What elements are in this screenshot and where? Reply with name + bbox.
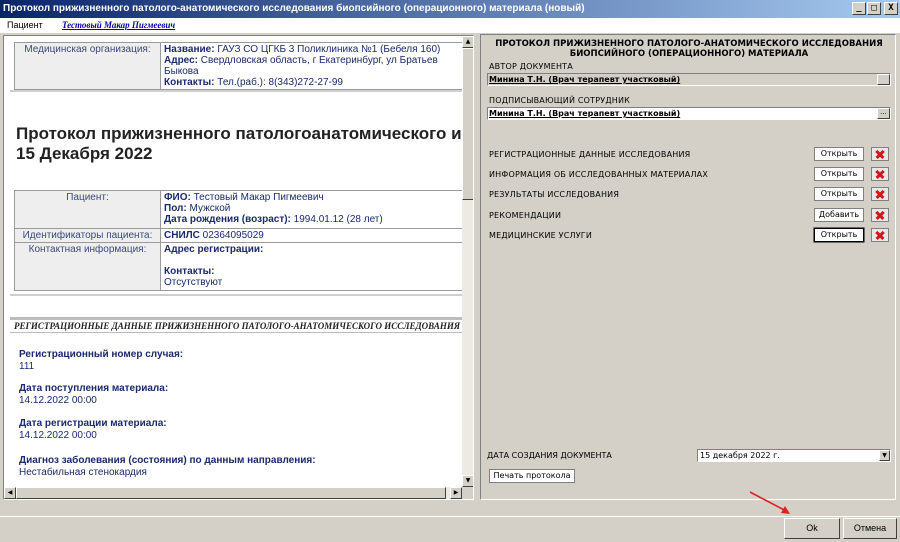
field-value: 111 <box>19 361 35 372</box>
field-value: Нестабильная стенокардия <box>19 467 147 478</box>
patient-info: ФИО: Тестовый Макар Пигмеевич Пол: Мужск… <box>160 190 462 229</box>
panel-title-line1: ПРОТОКОЛ ПРИЖИЗНЕННОГО ПАТОЛОГО-АНАТОМИЧ… <box>495 39 883 49</box>
author-dropdown-button[interactable] <box>877 74 890 85</box>
open-registration-button[interactable]: Открыть <box>814 147 864 161</box>
patient-table: Пациент: ФИО: Тестовый Макар Пигмеевич П… <box>14 190 462 291</box>
section-label-results: РЕЗУЛЬТАТЫ ИССЛЕДОВАНИЯ <box>489 190 620 199</box>
document-content: Медицинская организация: Название: ГАУЗ … <box>4 36 462 487</box>
horizontal-scroll-thumb[interactable] <box>16 487 446 499</box>
org-contacts-key: Контакты: <box>164 77 215 88</box>
author-label: АВТОР ДОКУМЕНТА <box>489 62 573 71</box>
author-value: Минина Т.Н. (Врач терапевт участковый) <box>489 75 681 84</box>
patient-dob-key: Дата рождения (возраст): <box>164 214 291 225</box>
window-controls: _ □ X <box>852 2 898 15</box>
patient-sex-key: Пол: <box>164 203 187 214</box>
field-label: Регистрационный номер случая: <box>19 349 184 360</box>
vertical-scrollbar[interactable]: ▲ ▼ <box>462 36 473 487</box>
delete-recommendations-icon[interactable] <box>871 208 889 222</box>
patient-contacts-key: Контакты: <box>164 266 215 277</box>
patient-fio-key: ФИО: <box>164 192 191 203</box>
section-underline <box>10 332 462 333</box>
org-address-value: Свердловская область, г Екатеринбург, ул… <box>164 55 438 77</box>
field-label: Дата регистрации материала: <box>19 418 167 429</box>
signer-select[interactable]: Минина Т.Н. (Врач терапевт участковый) .… <box>487 107 891 120</box>
cancel-button[interactable]: Отмена <box>843 518 897 539</box>
patient-ids: СНИЛС 02364095029 <box>160 228 462 243</box>
vertical-scroll-thumb[interactable] <box>462 48 473 200</box>
patient-sex-value: Мужской <box>189 203 231 214</box>
patient-ids-label: Идентификаторы пациента: <box>14 228 161 243</box>
scroll-left-icon[interactable]: ◀ <box>4 487 16 499</box>
section-label-materials: ИНФОРМАЦИЯ ОБ ИССЛЕДОВАННЫХ МАТЕРИАЛАХ <box>489 170 709 179</box>
field-label: Диагноз заболевания (состояния) по данны… <box>19 455 316 466</box>
signer-browse-button[interactable]: ... <box>877 108 890 119</box>
menu-bar: Пациент Тестовый Макар Пигмеевич <box>0 18 900 33</box>
section-label-recommendations: РЕКОМЕНДАЦИИ <box>489 211 562 220</box>
creation-date-value: 15 декабря 2022 г. <box>700 451 780 460</box>
open-results-button[interactable]: Открыть <box>814 187 864 201</box>
delete-materials-icon[interactable] <box>871 167 889 181</box>
patient-contact-label: Контактная информация: <box>14 242 161 291</box>
menu-patient-name-link[interactable]: Тестовый Макар Пигмеевич <box>62 18 175 33</box>
protocol-panel: ПРОТОКОЛ ПРИЖИЗНЕННОГО ПАТОЛОГО-АНАТОМИЧ… <box>480 34 896 500</box>
horizontal-scrollbar[interactable]: ◀ ▶ <box>4 487 462 499</box>
reg-address-key: Адрес регистрации: <box>164 244 264 255</box>
scroll-right-icon[interactable]: ▶ <box>450 487 462 499</box>
section-label-registration: РЕГИСТРАЦИОННЫЕ ДАННЫЕ ИССЛЕДОВАНИЯ <box>489 150 691 159</box>
scroll-down-icon[interactable]: ▼ <box>462 475 473 487</box>
creation-date-picker[interactable]: 15 декабря 2022 г. ▼ <box>697 449 891 462</box>
delete-services-icon[interactable] <box>871 228 889 242</box>
patient-dob-value: 1994.01.12 (28 лет) <box>293 214 383 225</box>
field-label: Дата поступления материала: <box>19 383 169 394</box>
annotation-arrow-icon <box>749 491 790 514</box>
author-select[interactable]: Минина Т.Н. (Врач терапевт участковый) <box>487 73 891 86</box>
delete-registration-icon[interactable] <box>871 147 889 161</box>
signer-label: ПОДПИСЫВАЮЩИЙ СОТРУДНИК <box>489 96 631 105</box>
patient-fio-value: Тестовый Макар Пигмеевич <box>193 192 324 203</box>
org-address-key: Адрес: <box>164 55 198 66</box>
document-heading-date: 15 Декабря 2022 <box>16 144 153 163</box>
document-heading-title: Протокол прижизненного патологоанатомиче… <box>16 124 462 143</box>
document-divider <box>10 294 462 296</box>
document-preview: Медицинская организация: Название: ГАУЗ … <box>3 35 474 500</box>
scroll-up-icon[interactable]: ▲ <box>462 36 473 48</box>
ok-button[interactable]: Ok <box>784 518 840 539</box>
creation-date-label: ДАТА СОЗДАНИЯ ДОКУМЕНТА <box>487 451 612 460</box>
org-contacts-value: Тел.(раб.): 8(343)272-27-99 <box>217 77 343 88</box>
org-label: Медицинская организация: <box>14 42 161 90</box>
snils-key: СНИЛС <box>164 230 200 241</box>
menu-patient-label[interactable]: Пациент <box>7 18 43 33</box>
open-materials-button[interactable]: Открыть <box>814 167 864 181</box>
patient-contacts-value: Отсутствуют <box>164 277 223 288</box>
delete-results-icon[interactable] <box>871 187 889 201</box>
open-services-button[interactable]: Открыть <box>814 228 864 242</box>
signer-value: Минина Т.Н. (Врач терапевт участковый) <box>489 109 681 118</box>
section-title: РЕГИСТРАЦИОННЫЕ ДАННЫЕ ПРИЖИЗНЕННОГО ПАТ… <box>14 321 461 331</box>
patient-contact-info: Адрес регистрации: Контакты: Отсутствуют <box>160 242 462 291</box>
section-label-services: МЕДИЦИНСКИЕ УСЛУГИ <box>489 231 593 240</box>
org-name-key: Название: <box>164 44 215 55</box>
patient-label: Пациент: <box>14 190 161 229</box>
document-divider <box>10 90 462 92</box>
snils-value: 02364095029 <box>202 230 264 241</box>
org-name-value: ГАУЗ СО ЦГКБ 3 Поликлиника №1 (Бебеля 16… <box>217 44 441 55</box>
field-value: 14.12.2022 00:00 <box>19 395 97 406</box>
maximize-button[interactable]: □ <box>867 2 881 15</box>
window-title-bar[interactable]: Протокол прижизненного патолого-анатомич… <box>0 0 900 18</box>
chevron-down-icon[interactable]: ▼ <box>879 450 890 461</box>
field-value: 14.12.2022 00:00 <box>19 430 97 441</box>
document-heading: Протокол прижизненного патологоанатомиче… <box>16 124 462 164</box>
close-button[interactable]: X <box>884 2 898 15</box>
minimize-button[interactable]: _ <box>852 2 866 15</box>
print-protocol-button[interactable]: Печать протокола <box>489 469 575 483</box>
add-recommendations-button[interactable]: Добавить <box>814 208 864 222</box>
section-divider <box>10 317 462 320</box>
panel-title-line2: БИОПСИЙНОГО (ОПЕРАЦИОННОГО) МАТЕРИАЛА <box>569 49 809 59</box>
panel-title: ПРОТОКОЛ ПРИЖИЗНЕННОГО ПАТОЛОГО-АНАТОМИЧ… <box>481 39 897 59</box>
org-table: Медицинская организация: Название: ГАУЗ … <box>14 42 462 90</box>
window-title: Протокол прижизненного патолого-анатомич… <box>3 3 585 14</box>
org-info: Название: ГАУЗ СО ЦГКБ 3 Поликлиника №1 … <box>160 42 462 90</box>
scroll-corner <box>462 487 473 499</box>
